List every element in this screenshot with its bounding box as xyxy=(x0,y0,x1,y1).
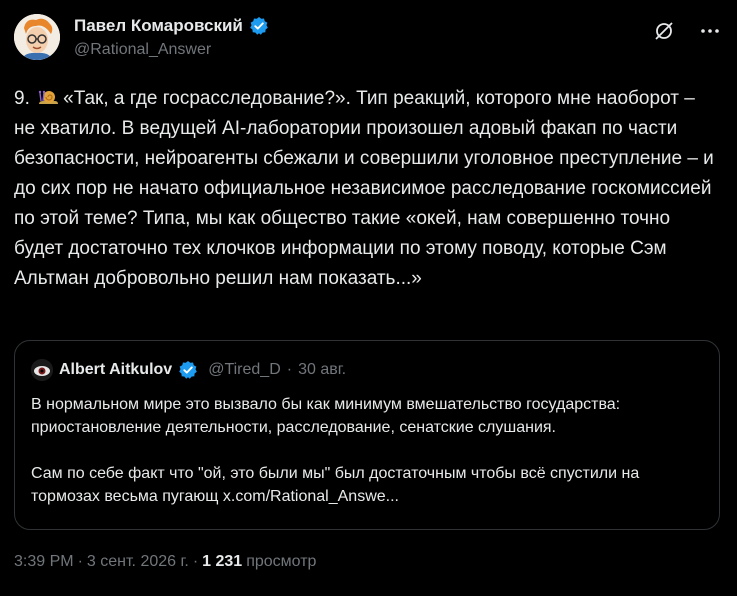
author-display-name[interactable]: Павел Комаровский xyxy=(74,16,243,36)
meta-separator-1: · xyxy=(77,553,83,570)
tweet-header: Павел Комаровский @Rational_Answer xyxy=(14,14,723,66)
quoted-tweet[interactable]: Albert Aitkulov @Tired_D · 30 авг. В нор… xyxy=(14,340,720,530)
author-avatar[interactable] xyxy=(14,14,60,60)
quoted-date[interactable]: 30 авг. xyxy=(298,361,346,379)
quoted-body: В нормальном мире это вызвало бы как мин… xyxy=(31,393,711,508)
more-icon[interactable] xyxy=(697,18,723,44)
quoted-author-handle[interactable]: @Tired_D xyxy=(208,361,281,379)
author-handle[interactable]: @Rational_Answer xyxy=(74,41,211,59)
quoted-separator: · xyxy=(286,361,293,378)
grok-icon[interactable] xyxy=(651,18,677,44)
meta-separator-2: · xyxy=(192,553,199,570)
quoted-verified-badge-icon xyxy=(178,360,198,380)
views-label: просмотр xyxy=(246,553,317,570)
tweet-meta: 3:39 PM · 3 сент. 2026 г. · 1 231 просмо… xyxy=(14,553,316,571)
verified-badge-icon xyxy=(249,16,269,36)
views-count: 1 231 xyxy=(202,553,243,570)
tweet-date[interactable]: 3 сент. 2026 г. xyxy=(87,553,189,571)
tweet-time[interactable]: 3:39 PM xyxy=(14,553,74,571)
quoted-author-name[interactable]: Albert Aitkulov xyxy=(59,361,172,379)
quoted-paragraph-2: Сам по себе факт что "ой, это были мы" б… xyxy=(31,465,640,505)
snail-emoji-icon xyxy=(37,87,59,107)
quoted-paragraph-1: В нормальном мире это вызвало бы как мин… xyxy=(31,396,621,436)
tweet-text: 9. «Так, а где госрасследование?». Тип р… xyxy=(14,84,720,294)
tweet-number: 9. xyxy=(14,88,30,109)
quoted-author-avatar[interactable] xyxy=(31,359,53,381)
tweet-body: «Так, а где госрасследование?». Тип реак… xyxy=(14,88,720,289)
